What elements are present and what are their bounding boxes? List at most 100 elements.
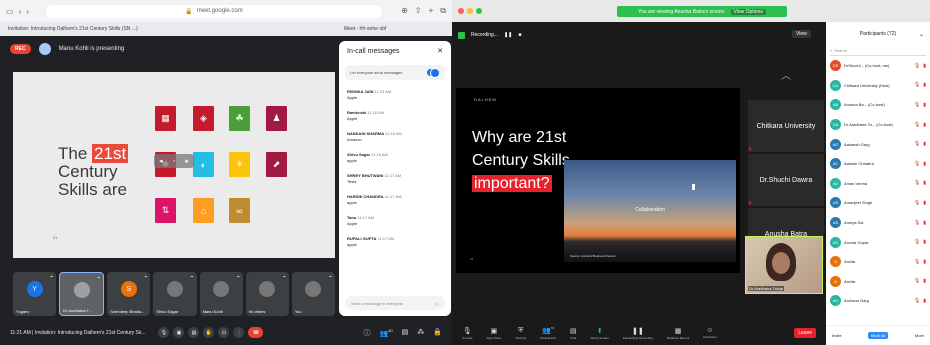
- tabs-overview-icon[interactable]: ⧉: [440, 6, 446, 16]
- mic-off-icon: ▮: [749, 200, 752, 205]
- chat-input[interactable]: Send a message to everyone ▷: [345, 296, 445, 310]
- slide-brand: DALHEM: [474, 97, 497, 102]
- next-slide-icon[interactable]: ▸: [185, 157, 189, 165]
- video-button[interactable]: ▣ Start Video: [487, 327, 502, 340]
- participant-row[interactable]: AG Archana Garg 🎙 ▮: [826, 291, 930, 311]
- people-icon: 👥72: [541, 326, 555, 335]
- pause-icon[interactable]: ◦: [173, 158, 175, 165]
- participant-row[interactable]: CU Chitkara University (Host) 🎙 ▮: [826, 76, 930, 96]
- view-button[interactable]: View: [792, 30, 811, 38]
- participant-row[interactable]: DS DrShuchi... (Co-host, me) 🎙 ▮: [826, 56, 930, 76]
- participant-row[interactable]: AC Aakash Chhabra 🎙 ▮: [826, 154, 930, 174]
- mic-icon: 🎙: [462, 327, 472, 335]
- mic-button[interactable]: 🎙 Unmute: [462, 327, 473, 340]
- prev-slide-icon[interactable]: ◂: [159, 157, 163, 165]
- presentation-controls[interactable]: ◂ ◦ ▸: [154, 154, 194, 168]
- tab-meet[interactable]: Meet - hfr-snhe-sbf: [344, 26, 444, 32]
- stop-recording-icon[interactable]: ■: [518, 32, 521, 38]
- minimize-window-icon[interactable]: [467, 8, 473, 14]
- people-button[interactable]: 👥72 Participants: [540, 326, 556, 339]
- present-button[interactable]: ⊡: [218, 327, 230, 338]
- participant-row[interactable]: AS Ameya Sai 🎙 ▮: [826, 213, 930, 233]
- avatar: [166, 281, 183, 297]
- slide-title-line1: Why are 21st: [472, 129, 567, 146]
- close-window-icon[interactable]: [458, 8, 464, 14]
- participant-name: Anusha Ba... (Co-host): [844, 102, 885, 108]
- chat-permission-toggle[interactable]: [427, 68, 440, 78]
- hand-button[interactable]: ✋: [203, 327, 215, 338]
- share-button[interactable]: ⬆ Share Screen: [590, 327, 608, 340]
- chat-icon[interactable]: ▤: [402, 328, 409, 338]
- tab-calendar-invite[interactable]: Invitation: Introducing Dalhem's 21st Ce…: [8, 26, 344, 32]
- leave-call-button[interactable]: ☎: [248, 327, 264, 338]
- pause-icon: ❚❚: [631, 327, 644, 335]
- smile-button[interactable]: ☺ Reactions: [703, 327, 716, 339]
- participant-row[interactable]: AG Anchal Gupta 🎙 ▮: [826, 232, 930, 252]
- participant-row[interactable]: A Anvita 🎙 ▮: [826, 252, 930, 272]
- lock-icon[interactable]: 🔒: [433, 328, 442, 338]
- participant-tile[interactable]: ⌁ Shivu Sagar: [153, 272, 197, 316]
- pause-button[interactable]: ❚❚ Pause/Stop Recording: [623, 327, 653, 340]
- back-icon[interactable]: ‹: [19, 7, 22, 16]
- forward-icon[interactable]: ›: [26, 7, 29, 16]
- end-meeting-button[interactable]: Leave: [794, 328, 816, 338]
- participant-name: Snehdeep Bhatia...: [110, 309, 145, 314]
- download-icon[interactable]: ⊕: [401, 6, 408, 16]
- avatar: S: [120, 281, 137, 297]
- shield-icon[interactable]: [458, 31, 465, 39]
- participant-tile[interactable]: ⌁ 94 others: [245, 272, 289, 316]
- participant-tile[interactable]: S ⌁ Snehdeep Bhatia...: [107, 272, 151, 316]
- presenter-avatar: [38, 43, 51, 55]
- participant-name: Chitkara University (Host): [844, 82, 890, 88]
- participants-header: Participants (72) ⌄: [826, 22, 930, 46]
- video-tile[interactable]: Chitkara University ▮: [748, 100, 824, 152]
- participant-avatar: AV: [830, 177, 841, 189]
- activities-icon[interactable]: ⁂: [417, 328, 424, 338]
- mute-all-button[interactable]: Mute All: [868, 332, 889, 339]
- participant-row[interactable]: AG Aakansh Garg 🎙 ▮: [826, 134, 930, 154]
- video-tile-name: Chitkara University: [756, 122, 816, 130]
- self-video[interactable]: Dr Aradhana Taluja: [745, 236, 823, 294]
- view-options-button[interactable]: View Options: [730, 8, 766, 15]
- participant-row[interactable]: AB Anusha Ba... (Co-host) 🎙 ▮: [826, 95, 930, 115]
- chevron-up-icon[interactable]: ︿: [748, 48, 824, 100]
- chevron-down-icon[interactable]: ⌄: [919, 31, 924, 38]
- chat-permission-row: Let everyone send messages: [345, 65, 445, 80]
- video-tile[interactable]: Dr.Shuchi Dawra ▮: [748, 154, 824, 206]
- participant-row[interactable]: AS Amanjeet Singh 🎙 ▮: [826, 193, 930, 213]
- shield-button[interactable]: ⛨ Security: [515, 327, 526, 340]
- camera-button[interactable]: ▣: [173, 327, 185, 338]
- mic-button[interactable]: 🎙: [158, 327, 170, 338]
- close-icon[interactable]: ✕: [437, 47, 443, 55]
- sidebar-icon[interactable]: ▭: [6, 7, 14, 16]
- pause-recording-icon[interactable]: ❚❚: [504, 32, 512, 38]
- mic-off-icon: ⌁: [190, 274, 194, 280]
- grid-button[interactable]: ▦ Breakout Rooms: [667, 327, 689, 340]
- chat-message: RUPALI GUPTA 11:17 AM apple: [347, 236, 443, 248]
- participant-tile[interactable]: ⌁ Manu Kohli: [199, 272, 243, 316]
- new-tab-icon[interactable]: +: [429, 6, 434, 16]
- participant-tile[interactable]: Y ⌁ Yuganv: [13, 272, 57, 316]
- participant-row[interactable]: AV Aman Verma 🎙 ▮: [826, 174, 930, 194]
- invite-button[interactable]: Invite: [832, 333, 842, 338]
- url-text: meet.google.com: [196, 8, 243, 14]
- send-icon[interactable]: ▷: [436, 301, 439, 306]
- participants-search[interactable]: ⌕ Search: [830, 46, 926, 56]
- participant-row[interactable]: DA Dr Aradhana Ta... (Co-host) 🎙 ▮: [826, 115, 930, 135]
- chat-icon: ▤: [569, 327, 577, 335]
- people-icon[interactable]: 👥40: [379, 328, 392, 338]
- address-bar[interactable]: 🔒 meet.google.com: [46, 4, 382, 18]
- maximize-window-icon[interactable]: [476, 8, 482, 14]
- participant-row[interactable]: A Anvita 🎙 ▮: [826, 272, 930, 292]
- chat-button[interactable]: ▤ Chat: [570, 327, 577, 340]
- captions-button[interactable]: ▤: [188, 327, 200, 338]
- participant-name: Aman Verma: [844, 180, 868, 186]
- participant-tile[interactable]: ⌁ Dr Aradhana T...: [59, 272, 105, 316]
- more-button[interactable]: More: [915, 333, 924, 338]
- zoom-window: You are viewing Anusha Batra's screen Vi…: [452, 0, 930, 345]
- more-options-button[interactable]: ⋮: [233, 327, 245, 338]
- share-icon[interactable]: ⇧: [415, 6, 422, 16]
- participant-tile[interactable]: ⌁ You: [291, 272, 335, 316]
- chat-message: Ramkrishi 11:16 AM Apple: [347, 110, 443, 122]
- info-icon[interactable]: ⓘ: [363, 328, 370, 338]
